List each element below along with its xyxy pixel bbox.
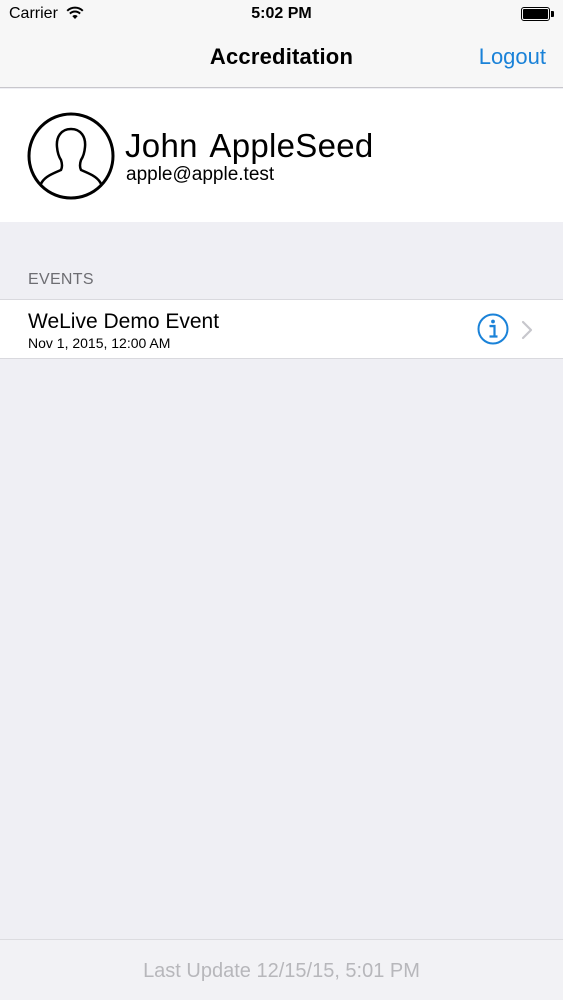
last-update-label: Last Update 12/15/15, 5:01 PM <box>143 960 420 982</box>
event-date: Nov 1, 2015, 12:00 AM <box>28 335 171 351</box>
user-name: John AppleSeed <box>125 127 374 164</box>
user-email: apple@apple.test <box>126 164 275 185</box>
status-bar: Carrier 5:02 PM <box>0 0 563 30</box>
status-time: 5:02 PM <box>251 5 312 22</box>
footer-bar: Last Update 12/15/15, 5:01 PM <box>0 939 563 1000</box>
event-row[interactable]: WeLive Demo Event Nov 1, 2015, 12:00 AM <box>0 299 563 359</box>
event-title: WeLive Demo Event <box>28 310 220 333</box>
logout-button[interactable]: Logout <box>479 44 546 70</box>
profile-header: John AppleSeed apple@apple.test <box>0 89 563 222</box>
events-section-header: EVENTS <box>28 271 94 288</box>
battery-icon <box>521 7 554 21</box>
person-silhouette-icon <box>27 112 115 200</box>
info-icon[interactable] <box>477 313 509 345</box>
chevron-right-icon <box>521 320 533 340</box>
top-bar: Carrier 5:02 PM Accreditation Logout <box>0 0 563 88</box>
battery-fill <box>523 9 548 19</box>
